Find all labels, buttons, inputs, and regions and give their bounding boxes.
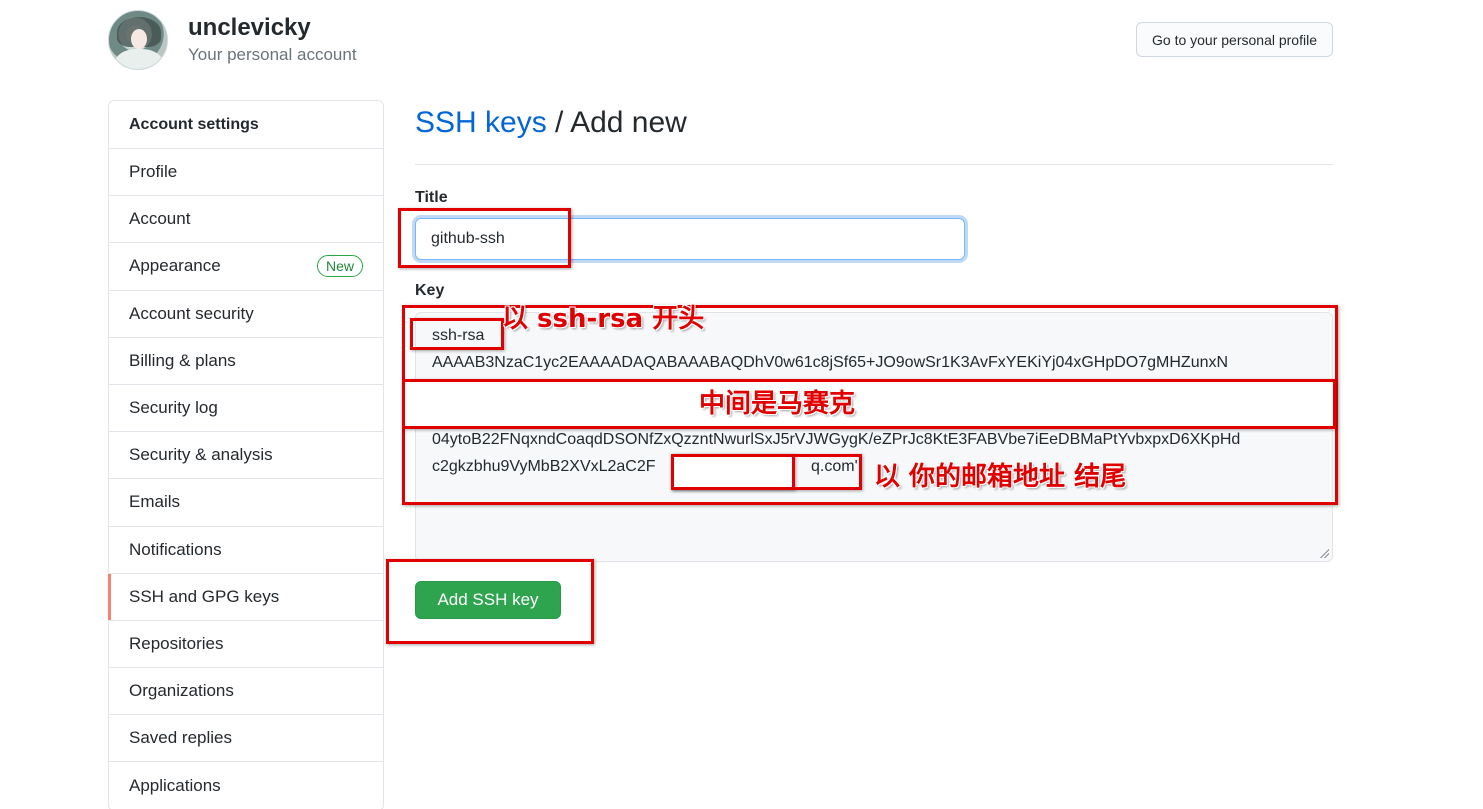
sidebar-item-notifications[interactable]: Notifications bbox=[109, 527, 383, 574]
sidebar-item-security-analysis[interactable]: Security & analysis bbox=[109, 432, 383, 480]
annotation-box-title bbox=[398, 208, 571, 268]
annotation-note-end: 以 你的邮箱地址 结尾 bbox=[874, 462, 1127, 492]
username[interactable]: unclevicky bbox=[188, 14, 311, 42]
breadcrumb-current: Add new bbox=[570, 106, 687, 139]
sidebar-item-repositories[interactable]: Repositories bbox=[109, 621, 383, 669]
sidebar-item-appearance[interactable]: Appearance New bbox=[109, 243, 383, 291]
new-badge: New bbox=[316, 255, 363, 278]
avatar[interactable] bbox=[108, 10, 168, 70]
title-field-label: Title bbox=[415, 189, 448, 206]
sidebar-item-applications[interactable]: Applications bbox=[109, 762, 383, 809]
sidebar-item-billing[interactable]: Billing & plans bbox=[109, 338, 383, 385]
breadcrumb-ssh-keys-link[interactable]: SSH keys bbox=[415, 106, 547, 139]
annotation-mosaic-middle bbox=[402, 379, 1336, 429]
resize-handle[interactable] bbox=[1319, 548, 1329, 558]
account-header: unclevicky Your personal account Go to y… bbox=[108, 10, 1333, 72]
sidebar-item-security-log[interactable]: Security log bbox=[109, 385, 383, 433]
annotation-note-middle: 中间是马赛克 bbox=[699, 389, 856, 419]
sidebar-item-emails[interactable]: Emails bbox=[109, 479, 383, 527]
sidebar-item-account-security[interactable]: Account security bbox=[109, 291, 383, 338]
sidebar-heading: Account settings bbox=[109, 101, 383, 149]
breadcrumb-separator: / bbox=[546, 106, 571, 139]
key-field-label: Key bbox=[415, 282, 445, 299]
page-title: SSH keys / Add new bbox=[415, 106, 687, 140]
annotation-box-button bbox=[386, 559, 594, 644]
annotation-box-email bbox=[671, 454, 862, 490]
account-type-subtitle: Your personal account bbox=[188, 45, 357, 64]
settings-sidebar: Account settings Profile Account Appeara… bbox=[108, 100, 384, 809]
sidebar-item-profile[interactable]: Profile bbox=[109, 149, 383, 197]
sidebar-item-organizations[interactable]: Organizations bbox=[109, 668, 383, 716]
sidebar-item-saved-replies[interactable]: Saved replies bbox=[109, 715, 383, 763]
sidebar-item-account[interactable]: Account bbox=[109, 196, 383, 244]
sidebar-item-ssh-gpg-keys[interactable]: SSH and GPG keys bbox=[108, 573, 383, 621]
go-to-profile-button[interactable]: Go to your personal profile bbox=[1136, 22, 1333, 57]
annotation-box-ssh-rsa bbox=[410, 318, 504, 350]
title-divider bbox=[415, 164, 1333, 165]
annotation-note-start: 以 ssh-rsa 开头 bbox=[502, 304, 705, 334]
